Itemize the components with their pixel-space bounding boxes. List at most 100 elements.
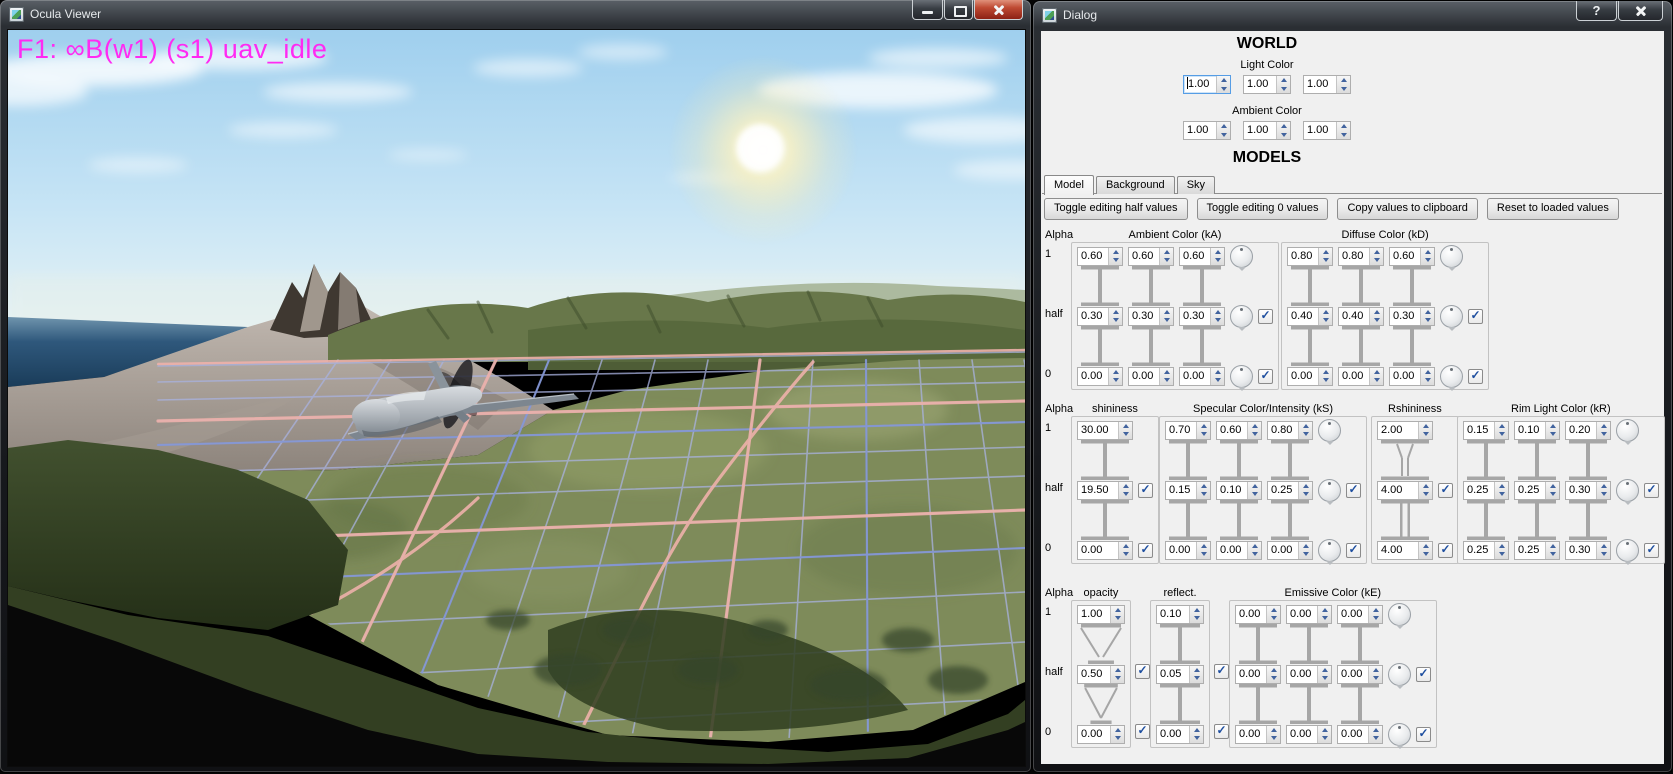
spin-down-icon[interactable] (1197, 550, 1210, 559)
spin-up-icon[interactable] (1318, 666, 1331, 675)
spin-up-icon[interactable] (1597, 482, 1610, 491)
ks-curve-slider-2-0[interactable] (1165, 500, 1211, 540)
spin-down-icon[interactable] (1495, 550, 1508, 559)
spin-down-icon[interactable] (1299, 490, 1312, 499)
spin-up-icon[interactable] (1277, 76, 1290, 85)
reset-values-button[interactable]: Reset to loaded values (1487, 198, 1619, 220)
kr-curve-slider-1-0[interactable] (1463, 440, 1509, 480)
tab-sky[interactable]: Sky (1177, 176, 1215, 194)
shininess-spin-0-0[interactable]: 0.00 (1077, 541, 1133, 560)
viewer-titlebar[interactable]: Ocula Viewer (0, 0, 1031, 28)
ke-curve-slider-1-1[interactable] (1286, 624, 1332, 664)
spin-up-icon[interactable] (1319, 368, 1332, 377)
spin-down-icon[interactable] (1248, 550, 1261, 559)
spin-up-icon[interactable] (1299, 482, 1312, 491)
spin-down-icon[interactable] (1267, 674, 1280, 683)
spin-up-icon[interactable] (1248, 482, 1261, 491)
kr-spin-1-2[interactable]: 0.20 (1565, 421, 1611, 440)
kd-spin-1-0[interactable]: 0.80 (1287, 247, 1333, 266)
spin-up-icon[interactable] (1111, 726, 1124, 735)
ke-dial-half[interactable] (1388, 663, 1411, 686)
spin-down-icon[interactable] (1319, 376, 1332, 385)
spin-up-icon[interactable] (1419, 422, 1432, 431)
rshininess-spin-0-0[interactable]: 4.00 (1377, 541, 1433, 560)
spin-up-icon[interactable] (1217, 122, 1230, 131)
spin-down-icon[interactable] (1119, 550, 1132, 559)
kr-curve-slider-2-0[interactable] (1463, 500, 1509, 540)
ka-dial-half[interactable] (1230, 305, 1253, 328)
spin-up-icon[interactable] (1318, 726, 1331, 735)
ke-spin-1-2[interactable]: 0.00 (1337, 605, 1383, 624)
rshininess-checkbox-half[interactable] (1438, 483, 1453, 498)
ke-curve-slider-2-0[interactable] (1235, 684, 1281, 724)
spin-down-icon[interactable] (1211, 256, 1224, 265)
spin-up-icon[interactable] (1160, 248, 1173, 257)
spin-up-icon[interactable] (1369, 606, 1382, 615)
spin-up-icon[interactable] (1277, 122, 1290, 131)
spin-down-icon[interactable] (1217, 85, 1230, 94)
ke-spin-1-0[interactable]: 0.00 (1235, 605, 1281, 624)
spin-up-icon[interactable] (1109, 248, 1122, 257)
spin-up-icon[interactable] (1370, 308, 1383, 317)
ke-curve-slider-2-1[interactable] (1286, 684, 1332, 724)
spin-up-icon[interactable] (1337, 76, 1350, 85)
spin-up-icon[interactable] (1211, 308, 1224, 317)
spin-up-icon[interactable] (1190, 726, 1203, 735)
kd-dial-1[interactable] (1440, 245, 1463, 268)
reflect-checkbox-half[interactable] (1214, 664, 1229, 679)
ambient-color-spin-g[interactable]: 1.00 (1243, 121, 1291, 140)
toggle-zero-values-button[interactable]: Toggle editing 0 values (1197, 198, 1329, 220)
ka-spin-half-0[interactable]: 0.30 (1077, 307, 1123, 326)
ke-spin-half-0[interactable]: 0.00 (1235, 665, 1281, 684)
tab-model[interactable]: Model (1044, 175, 1094, 195)
kr-spin-0-2[interactable]: 0.30 (1565, 541, 1611, 560)
spin-up-icon[interactable] (1190, 666, 1203, 675)
spin-up-icon[interactable] (1495, 422, 1508, 431)
spin-up-icon[interactable] (1109, 308, 1122, 317)
spin-down-icon[interactable] (1546, 550, 1559, 559)
spin-down-icon[interactable] (1197, 490, 1210, 499)
ke-spin-0-0[interactable]: 0.00 (1235, 725, 1281, 744)
spin-up-icon[interactable] (1211, 368, 1224, 377)
kd-spin-0-0[interactable]: 0.00 (1287, 367, 1333, 386)
spin-up-icon[interactable] (1597, 542, 1610, 551)
kd-dial-0[interactable] (1440, 365, 1463, 388)
ka-curve-slider-1-2[interactable] (1179, 266, 1225, 306)
ks-spin-half-2[interactable]: 0.25 (1267, 481, 1313, 500)
spin-up-icon[interactable] (1337, 122, 1350, 131)
reflect-spin-1-0[interactable]: 0.10 (1156, 605, 1204, 624)
rshininess-curve-slider-2-0[interactable] (1377, 500, 1433, 540)
spin-up-icon[interactable] (1111, 666, 1124, 675)
spin-down-icon[interactable] (1299, 430, 1312, 439)
ka-spin-1-1[interactable]: 0.60 (1128, 247, 1174, 266)
shininess-curve-slider-1-0[interactable] (1077, 440, 1133, 480)
kr-spin-0-0[interactable]: 0.25 (1463, 541, 1509, 560)
spin-down-icon[interactable] (1337, 85, 1350, 94)
spin-down-icon[interactable] (1597, 430, 1610, 439)
kr-dial-half[interactable] (1616, 479, 1639, 502)
spin-up-icon[interactable] (1370, 248, 1383, 257)
spin-down-icon[interactable] (1111, 674, 1124, 683)
spin-up-icon[interactable] (1190, 606, 1203, 615)
spin-up-icon[interactable] (1299, 542, 1312, 551)
ka-curve-slider-2-1[interactable] (1128, 326, 1174, 366)
light-color-spin-g[interactable]: 1.00 (1243, 75, 1291, 94)
kd-spin-half-0[interactable]: 0.40 (1287, 307, 1333, 326)
ke-curve-slider-1-2[interactable] (1337, 624, 1383, 664)
reflect-curve-slider-2-0[interactable] (1156, 684, 1204, 724)
kd-curve-slider-2-2[interactable] (1389, 326, 1435, 366)
reflect-checkbox-0[interactable] (1214, 724, 1229, 739)
ks-curve-slider-1-1[interactable] (1216, 440, 1262, 480)
ka-checkbox-0[interactable] (1258, 369, 1273, 384)
spin-down-icon[interactable] (1277, 85, 1290, 94)
kd-checkbox-0[interactable] (1468, 369, 1483, 384)
spin-down-icon[interactable] (1419, 550, 1432, 559)
ambient-color-spin-r[interactable]: 1.00 (1183, 121, 1231, 140)
toggle-half-values-button[interactable]: Toggle editing half values (1044, 198, 1188, 220)
close-button[interactable] (974, 0, 1023, 20)
spin-down-icon[interactable] (1119, 490, 1132, 499)
spin-down-icon[interactable] (1111, 734, 1124, 743)
minimize-button[interactable] (912, 0, 943, 20)
spin-down-icon[interactable] (1597, 490, 1610, 499)
ke-curve-slider-2-2[interactable] (1337, 684, 1383, 724)
